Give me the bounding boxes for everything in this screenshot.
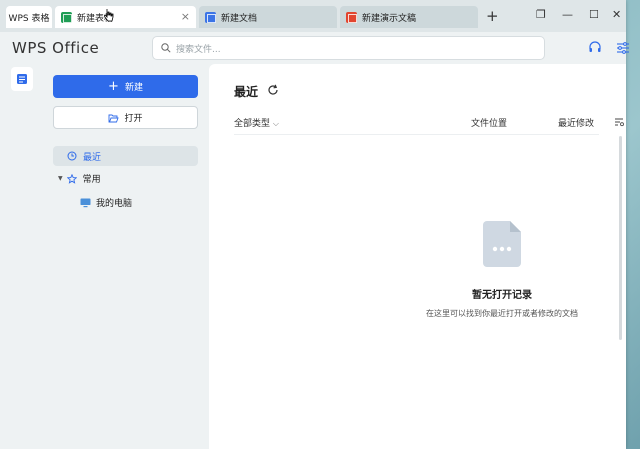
- headset-icon[interactable]: [588, 41, 602, 55]
- header-divider: [234, 134, 599, 135]
- left-rail: [0, 64, 42, 449]
- open-button[interactable]: 打开: [53, 106, 198, 129]
- tab-new-presentation-label: 新建演示文稿: [362, 13, 417, 24]
- wps-window: WPS 表格 新建表格 × 新建文档 新建演示文稿 + ❐ — ☐ ✕ WPS …: [0, 0, 629, 449]
- document-list-icon: [17, 74, 27, 84]
- empty-state-title: 暂无打开记录: [472, 290, 532, 301]
- folder-open-icon: [109, 114, 120, 122]
- new-button[interactable]: + 新建: [53, 75, 198, 98]
- recent-icon: [67, 151, 77, 161]
- open-button-label: 打开: [124, 114, 143, 124]
- plus-icon: +: [108, 79, 119, 94]
- search-icon: [161, 43, 171, 53]
- sidebar-item-my-computer-label: 我的电脑: [96, 199, 133, 209]
- column-modified[interactable]: 最近修改: [558, 116, 594, 129]
- search-input[interactable]: 搜索文件...: [152, 36, 545, 60]
- tab-wps-home-label: WPS 表格: [8, 13, 50, 24]
- tab-wps-home[interactable]: WPS 表格: [6, 6, 52, 28]
- empty-file-icon: [483, 221, 521, 267]
- app-header: WPS Office 搜索文件...: [0, 32, 629, 64]
- tab-new-spreadsheet[interactable]: 新建表格 ×: [55, 6, 196, 28]
- refresh-icon[interactable]: [267, 84, 279, 96]
- restore-window-button[interactable]: ❐: [536, 8, 546, 21]
- close-tab-icon[interactable]: ×: [181, 10, 190, 23]
- settings-sliders-icon[interactable]: [616, 41, 630, 55]
- star-icon: [66, 173, 77, 184]
- collapse-arrow-icon: ▼: [58, 175, 63, 182]
- computer-icon: [80, 198, 91, 207]
- doc-icon: [205, 11, 216, 23]
- column-location[interactable]: 文件位置: [471, 116, 507, 129]
- sidebar-item-recent[interactable]: 最近: [53, 146, 198, 166]
- tab-bar: WPS 表格 新建表格 × 新建文档 新建演示文稿 + ❐ — ☐ ✕: [0, 0, 626, 32]
- cursor-icon: [104, 9, 114, 22]
- empty-state-subtitle: 在这里可以找到你最近打开或者修改的文档: [426, 309, 578, 318]
- tab-new-presentation[interactable]: 新建演示文稿: [340, 6, 478, 28]
- maximize-button[interactable]: ☐: [589, 8, 599, 21]
- rail-home-button[interactable]: [11, 67, 33, 91]
- tab-new-document-label: 新建文档: [221, 13, 258, 24]
- sidebar-item-common[interactable]: ▼ 常用: [58, 172, 101, 185]
- sidebar-item-my-computer[interactable]: 我的电脑: [80, 196, 132, 209]
- sidebar-item-recent-label: 最近: [83, 152, 102, 163]
- sort-icon[interactable]: [614, 117, 624, 127]
- main-panel: 最近 全部类型 ⌵ 文件位置 最近修改 暂无打开记录 在这里可以找到你最近打开或…: [209, 64, 626, 449]
- sidebar: + 新建 打开 最近 ▼ 常用 我的电脑: [42, 64, 209, 449]
- table-icon: [61, 11, 72, 23]
- sidebar-item-common-label: 常用: [82, 175, 101, 185]
- close-window-button[interactable]: ✕: [612, 8, 621, 21]
- tab-new-document[interactable]: 新建文档: [199, 6, 337, 28]
- file-list-header: 全部类型 ⌵ 文件位置 最近修改: [234, 116, 624, 132]
- new-button-label: 新建: [124, 83, 143, 93]
- app-logo: WPS Office: [12, 39, 100, 57]
- minimize-button[interactable]: —: [562, 8, 573, 21]
- page-title: 最近: [234, 85, 259, 99]
- chevron-down-icon: ⌵: [272, 119, 279, 128]
- ppt-icon: [346, 11, 357, 23]
- type-filter-dropdown[interactable]: 全部类型 ⌵: [234, 116, 279, 129]
- scrollbar[interactable]: [619, 136, 622, 340]
- search-placeholder: 搜索文件...: [176, 44, 221, 55]
- type-filter-label: 全部类型: [234, 119, 271, 129]
- add-tab-button[interactable]: +: [486, 7, 499, 25]
